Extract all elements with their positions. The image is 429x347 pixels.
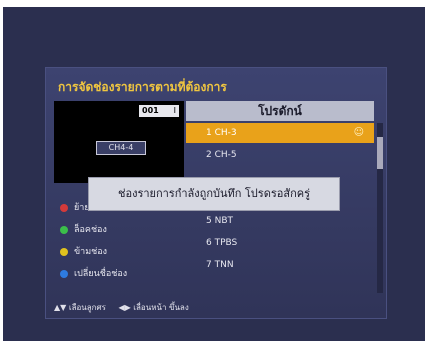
panel-title: การจัดช่องรายการตามที่ต้องการ (58, 80, 227, 94)
favorite-icon: ☺ (353, 127, 364, 138)
blue-button-icon (60, 270, 68, 278)
green-button-icon (60, 226, 68, 234)
menu-item-label: เปลี่ยนชื่อช่อง (74, 269, 128, 279)
hint-page: ◀▶ เลื่อนหน้า ขึ้นลง (118, 303, 189, 312)
scroll-thumb[interactable] (377, 137, 383, 169)
channel-item-label: 5 NBT (206, 216, 233, 226)
channel-item[interactable]: 7 TNN (186, 255, 374, 275)
channel-item-label: 2 CH-5 (206, 150, 237, 160)
menu-item-skip[interactable]: ข้ามช่อง (54, 242, 186, 262)
preview-channel-badge: CH4-4 (96, 141, 146, 155)
dialog-message: ช่องรายการกำลังถูกบันทึก โปรดรอสักครู่ (118, 187, 310, 200)
channel-list-scrollbar[interactable] (377, 123, 383, 293)
menu-item-lock[interactable]: ล็อคช่อง (54, 220, 186, 240)
channel-preview: 001 I CH4-4 (54, 101, 184, 183)
yellow-button-icon (60, 248, 68, 256)
menu-item-label: ข้ามช่อง (74, 247, 108, 257)
channel-item[interactable]: 6 TPBS (186, 233, 374, 253)
menu-item-label: ล็อคช่อง (74, 225, 107, 235)
hint-navigate: ▲▼ เลือนลูกศร (54, 303, 106, 312)
menu-item-rename[interactable]: เปลี่ยนชื่อช่อง (54, 264, 186, 284)
red-button-icon (60, 204, 68, 212)
channel-item[interactable]: 1 CH-3 ☺ (186, 123, 374, 143)
channel-item-label: 1 CH-3 (206, 128, 237, 138)
preview-suffix: I (173, 106, 176, 115)
channel-item[interactable]: 2 CH-5 (186, 145, 374, 165)
channel-item-label: 6 TPBS (206, 238, 238, 248)
tv-screen: การจัดช่องรายการตามที่ต้องการ 001 I CH4-… (3, 7, 425, 341)
footer-hints: ▲▼ เลือนลูกศร ◀▶ เลื่อนหน้า ขึ้นลง (54, 301, 374, 315)
channel-list-header: โปรดักน์ (186, 101, 374, 121)
channel-item[interactable]: 5 NBT (186, 211, 374, 231)
channel-item-label: 7 TNN (206, 260, 234, 270)
saving-dialog: ช่องรายการกำลังถูกบันทึก โปรดรอสักครู่ (88, 177, 340, 211)
action-menu: ย้าย ล็อคช่อง ข้ามช่อง เปลี่ยนชื่อช่อง (54, 198, 186, 293)
preview-number-badge: 001 I (139, 105, 179, 117)
preview-number: 001 (142, 106, 159, 115)
